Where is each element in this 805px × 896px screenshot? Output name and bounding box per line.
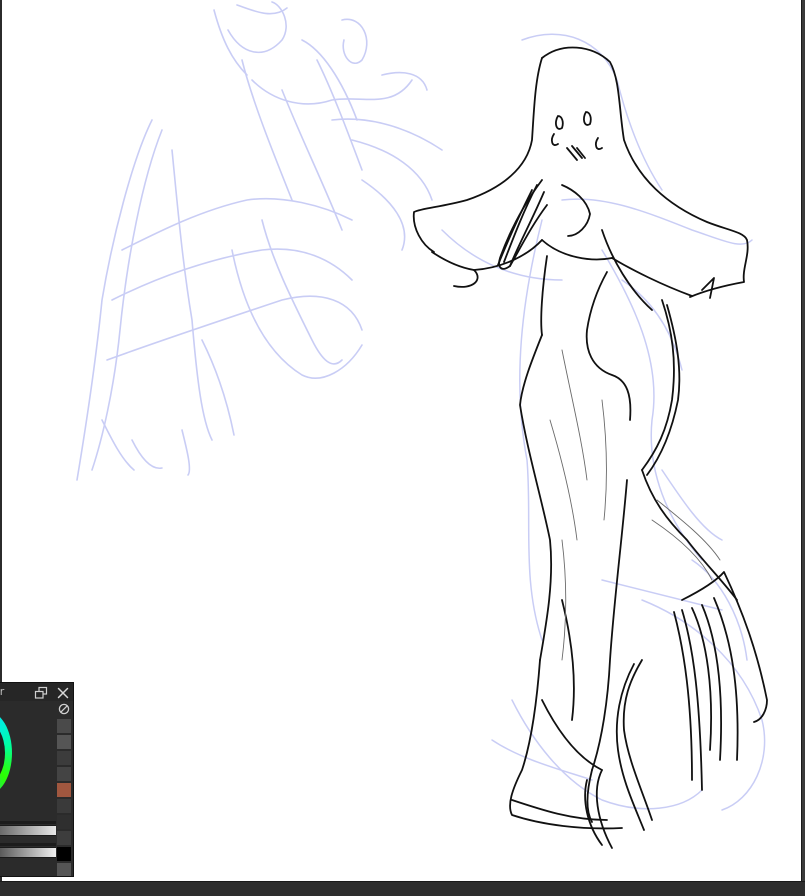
color-swatch[interactable] — [57, 719, 71, 733]
drawing-canvas[interactable] — [2, 0, 801, 881]
blue-figure-underdrawing — [441, 33, 766, 811]
color-swatch[interactable] — [57, 815, 71, 829]
popout-icon[interactable] — [34, 685, 48, 699]
close-icon[interactable] — [56, 685, 70, 699]
canvas-right-frame — [801, 0, 805, 895]
ink-hooded-figure — [412, 46, 768, 849]
color-swatch[interactable] — [57, 847, 71, 861]
no-color-icon[interactable] — [56, 701, 72, 717]
sketch-artwork — [76, 1, 768, 849]
color-wheel-area[interactable] — [0, 703, 54, 803]
color-swatch[interactable] — [57, 863, 71, 876]
color-panel[interactable]: or — [0, 682, 74, 877]
opacity-slider[interactable] — [0, 847, 56, 858]
color-panel-header[interactable]: or — [0, 683, 73, 701]
color-swatch[interactable] — [57, 751, 71, 765]
slider-track — [0, 821, 56, 824]
value-slider[interactable] — [0, 825, 56, 836]
blue-rough-sketch — [76, 1, 443, 481]
color-swatch[interactable] — [57, 831, 71, 845]
color-swatch[interactable] — [57, 799, 71, 813]
slider-track — [0, 843, 56, 846]
canvas-bottom-frame — [0, 881, 805, 896]
color-swatch[interactable] — [57, 783, 71, 797]
color-panel-title: or — [0, 685, 5, 698]
color-swatch[interactable] — [57, 767, 71, 781]
color-swatch[interactable] — [57, 735, 71, 749]
